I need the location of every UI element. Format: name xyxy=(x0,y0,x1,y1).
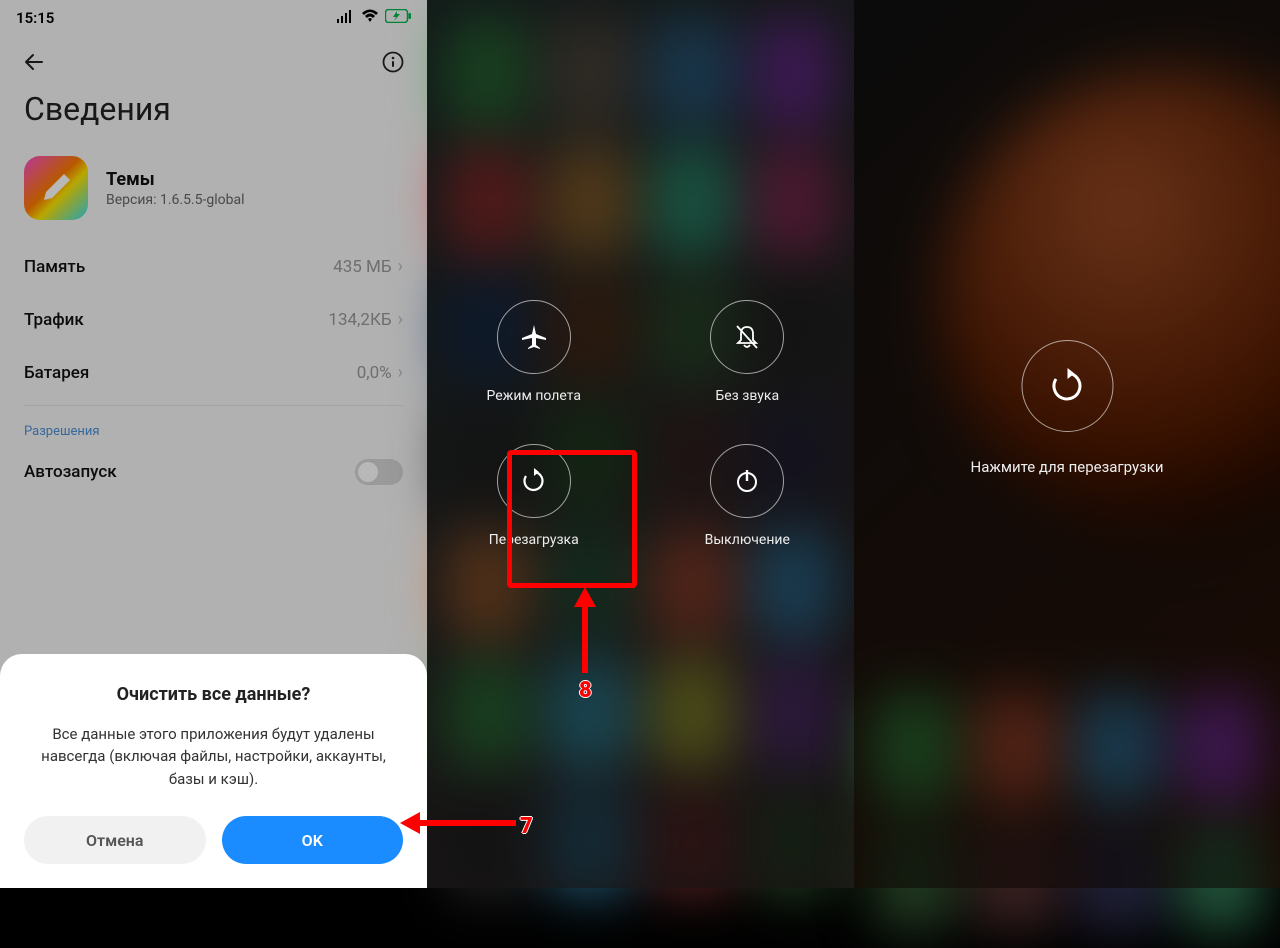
app-name: Темы xyxy=(106,169,245,190)
signal-icon xyxy=(337,9,355,27)
nav-row xyxy=(0,32,427,84)
shutdown-item[interactable]: Выключение xyxy=(705,444,790,548)
reboot-confirm-screen: Нажмите для перезагрузки xyxy=(854,0,1280,888)
airplane-icon xyxy=(519,322,549,352)
cancel-button[interactable]: Отмена xyxy=(24,816,206,864)
app-header: Темы Версия: 1.6.5.5-global xyxy=(0,156,427,240)
app-version: Версия: 1.6.5.5-global xyxy=(106,192,245,208)
row-battery[interactable]: Батарея 0,0% › xyxy=(0,346,427,399)
chevron-right-icon: › xyxy=(398,309,403,330)
annotation-highlight-8 xyxy=(507,450,637,588)
ok-label: OK xyxy=(302,831,323,850)
app-icon xyxy=(24,156,88,220)
reboot-confirm-label: Нажмите для перезагрузки xyxy=(970,458,1163,476)
power-grid: Режим полета Без звука Перезагрузка Выкл… xyxy=(427,300,854,548)
back-button[interactable] xyxy=(20,48,48,76)
app-info-screen: 15:15 Сведения Темы Версия: 1.6.5.5- xyxy=(0,0,427,888)
row-label: Трафик xyxy=(24,310,84,330)
dialog-body: Все данные этого приложения будут удален… xyxy=(24,723,403,791)
row-traffic[interactable]: Трафик 134,2КБ › xyxy=(0,293,427,346)
bell-off-icon xyxy=(732,322,762,352)
ok-button[interactable]: OK xyxy=(222,816,404,864)
wifi-icon xyxy=(361,9,379,27)
silent-label: Без звука xyxy=(715,388,779,404)
cancel-label: Отмена xyxy=(86,831,143,850)
info-icon xyxy=(382,51,404,73)
power-menu-screen: Режим полета Без звука Перезагрузка Выкл… xyxy=(427,0,854,888)
clear-data-dialog: Очистить все данные? Все данные этого пр… xyxy=(0,654,427,889)
info-button[interactable] xyxy=(379,48,407,76)
status-icons xyxy=(337,9,411,27)
row-autostart[interactable]: Автозапуск xyxy=(0,449,427,495)
page-title: Сведения xyxy=(0,84,427,156)
row-value: 435 МБ xyxy=(333,257,391,277)
dialog-title: Очистить все данные? xyxy=(24,684,403,705)
dialog-actions: Отмена OK xyxy=(24,816,403,864)
app-text: Темы Версия: 1.6.5.5-global xyxy=(106,169,245,208)
status-bar: 15:15 xyxy=(0,0,427,32)
row-label: Батарея xyxy=(24,363,89,383)
power-icon xyxy=(732,466,762,496)
row-label: Память xyxy=(24,257,85,277)
airplane-label: Режим полета xyxy=(487,388,581,404)
status-time: 15:15 xyxy=(16,9,54,27)
chevron-right-icon: › xyxy=(398,362,403,383)
brush-icon xyxy=(38,170,74,206)
row-value: 0,0% xyxy=(357,363,392,383)
silent-mode-item[interactable]: Без звука xyxy=(710,300,784,404)
shutdown-label: Выключение xyxy=(705,532,790,548)
row-memory[interactable]: Память 435 МБ › xyxy=(0,240,427,293)
divider xyxy=(24,405,403,406)
arrow-left-icon xyxy=(22,50,46,74)
battery-charging-icon xyxy=(385,9,411,27)
airplane-mode-item[interactable]: Режим полета xyxy=(487,300,581,404)
row-label: Автозапуск xyxy=(24,462,117,482)
reboot-icon xyxy=(1047,366,1087,406)
row-value: 134,2КБ xyxy=(328,310,391,330)
autostart-toggle[interactable] xyxy=(355,459,403,485)
section-permissions: Разрешения xyxy=(0,418,427,449)
chevron-right-icon: › xyxy=(398,256,403,277)
reboot-confirm[interactable]: Нажмите для перезагрузки xyxy=(970,340,1163,476)
